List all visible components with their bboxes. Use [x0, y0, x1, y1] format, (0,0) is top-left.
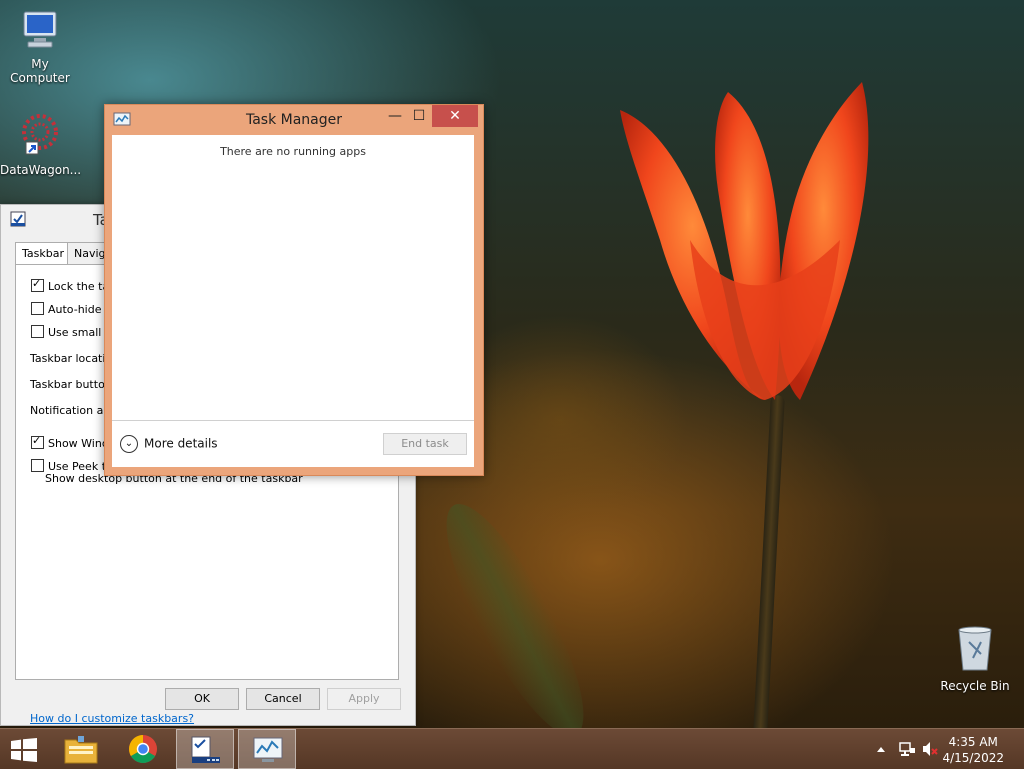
help-link-customize-taskbars[interactable]: How do I customize taskbars? [30, 712, 194, 725]
ok-button[interactable]: OK [165, 688, 239, 710]
desktop-icon-datawagon[interactable]: DataWagon... [0, 110, 82, 177]
taskbar: 4:35 AM 4/15/2022 [0, 728, 1024, 769]
task-manager-icon [253, 737, 283, 762]
chevron-down-icon: ⌄ [120, 435, 138, 453]
file-explorer-icon [64, 736, 98, 764]
task-manager-titlebar[interactable]: Task Manager — ☐ ✕ [105, 105, 483, 135]
desktop-icon-label: DataWagon... [0, 163, 82, 177]
maximize-button[interactable]: ☐ [405, 105, 433, 127]
clock-date: 4/15/2022 [942, 751, 1004, 765]
desktop-icon-label: Recycle Bin [940, 679, 1010, 693]
clock-time: 4:35 AM [948, 735, 998, 749]
volume-muted-icon[interactable] [921, 740, 939, 758]
taskbar-taskbar-properties[interactable] [176, 729, 234, 769]
more-details-toggle[interactable]: ⌄ More details [120, 435, 218, 453]
more-details-label: More details [144, 436, 218, 451]
computer-icon [23, 11, 57, 48]
cancel-button[interactable]: Cancel [246, 688, 320, 710]
option-use-peek[interactable]: Use Peek to [31, 459, 113, 473]
recycle-bin-icon [958, 626, 992, 671]
desktop-icon-label: My Computer [10, 57, 70, 85]
start-button[interactable] [0, 729, 48, 769]
wallpaper-tulip [620, 82, 869, 400]
wallpaper-stem [753, 394, 785, 728]
wallpaper-leaf [423, 488, 607, 728]
windows-logo-icon [11, 738, 37, 762]
taskbar-properties-icon [191, 736, 220, 763]
taskbar-properties-icon [10, 211, 26, 227]
tab-taskbar[interactable]: Taskbar [15, 242, 69, 266]
no-running-apps-message: There are no running apps [220, 145, 366, 158]
checkbox-auto-hide[interactable] [31, 302, 44, 315]
chrome-icon [129, 735, 157, 763]
task-manager-content: There are no running apps ⌄ More details … [112, 135, 474, 467]
desktop-icon-recycle-bin[interactable]: Recycle Bin [935, 624, 1015, 693]
datawagon-shortcut-icon [22, 114, 58, 155]
desktop-icon-my-computer[interactable]: My Computer [0, 8, 80, 85]
task-manager-window: Task Manager — ☐ ✕ There are no running … [104, 104, 484, 476]
show-hidden-icons-arrow[interactable] [876, 745, 886, 753]
option-show-windows-store[interactable]: Show Windo [31, 434, 116, 450]
network-icon[interactable] [898, 740, 916, 758]
close-button[interactable]: ✕ [432, 105, 478, 127]
checkbox-lock-taskbar[interactable] [31, 277, 44, 292]
taskbar-task-manager[interactable] [238, 729, 296, 769]
checkbox-small-buttons[interactable] [31, 325, 44, 338]
checkbox-use-peek[interactable] [31, 459, 44, 472]
footer-divider [112, 420, 474, 421]
taskbar-chrome[interactable] [114, 729, 172, 769]
apply-button[interactable]: Apply [327, 688, 401, 710]
checkbox-show-windows[interactable] [31, 434, 44, 449]
taskbar-file-explorer[interactable] [52, 729, 110, 769]
clock[interactable]: 4:35 AM 4/15/2022 [942, 734, 1004, 766]
end-task-button[interactable]: End task [383, 433, 467, 455]
